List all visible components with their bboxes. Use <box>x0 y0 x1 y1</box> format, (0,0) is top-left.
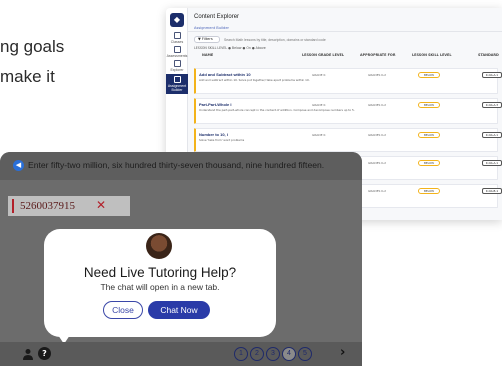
lesson-appropriate: GRADES K-2 <box>368 189 387 193</box>
lesson-description: Add and subtract within 10. Solve put to… <box>199 78 310 82</box>
answer-marker <box>12 199 14 213</box>
rail-item-label: Classes <box>170 40 184 44</box>
filter-icon: ▼ <box>198 37 201 41</box>
rail-item-label: Assignment Builder <box>167 84 187 92</box>
standard-pill[interactable]: K.OA.A.1 <box>482 132 502 138</box>
bottom-toolbar: ? 1 2 3 4 5 › <box>0 342 362 366</box>
tutor-avatar <box>146 233 172 259</box>
filters-label: Filters <box>201 37 213 41</box>
next-page-chevron-icon[interactable]: › <box>340 345 345 360</box>
incorrect-x-icon: ✕ <box>96 198 107 212</box>
dialog-subtitle: The chat will open in a new tab. <box>100 282 220 292</box>
rail-item-assessments[interactable]: Assessments <box>166 46 188 58</box>
live-tutoring-dialog: Need Live Tutoring Help? The chat will o… <box>44 229 276 337</box>
table-row[interactable]: Part-Part-Whole I Understand the part-pa… <box>194 98 502 124</box>
skill-level-pill: BELOW <box>418 102 440 108</box>
background-text-line-2: make it <box>0 67 55 86</box>
breadcrumb[interactable]: Assignment Builder <box>194 26 229 30</box>
close-button[interactable]: Close <box>103 301 143 319</box>
column-header-grade[interactable]: LESSON GRADE LEVEL <box>302 53 344 57</box>
rail-item-classes[interactable]: Classes <box>166 32 188 44</box>
column-header-appropriate[interactable]: APPROPRIATE FOR <box>360 53 395 57</box>
assessments-icon <box>173 46 181 53</box>
filters-button[interactable]: ▼ Filters <box>194 36 220 43</box>
assignment-builder-icon <box>173 76 181 83</box>
lesson-description: Understand the part-part-whole concept i… <box>199 108 355 112</box>
lesson-appropriate: GRADES K-2 <box>368 161 387 165</box>
lesson-grade: GRADE K <box>312 103 326 107</box>
lesson-appropriate: GRADES K-2 <box>368 133 387 137</box>
table-row[interactable]: Add and Subtract within 10 Add and subtr… <box>194 68 502 94</box>
page-title: Content Explorer <box>194 14 240 20</box>
practice-window: ◀ Enter fifty-two million, six hundred t… <box>0 152 362 366</box>
standard-pill[interactable]: K.OA.A.1 <box>482 160 502 166</box>
page-button-1[interactable]: 1 <box>234 347 248 361</box>
skill-level-pill: BELOW <box>418 160 440 166</box>
search-input[interactable] <box>224 36 374 43</box>
prompt-bar: ◀ Enter fifty-two million, six hundred t… <box>0 152 362 180</box>
rail-item-label: Assessments <box>166 54 188 58</box>
lesson-appropriate: GRADES K-2 <box>368 103 387 107</box>
pagination: 1 2 3 4 5 <box>234 347 312 361</box>
lesson-description: Solve 'take from' word problems <box>199 138 245 142</box>
lesson-title[interactable]: Add and Subtract within 10 <box>199 72 251 77</box>
page-button-3[interactable]: 3 <box>266 347 280 361</box>
answer-box[interactable]: 5260037915 ✕ <box>8 196 130 216</box>
answer-value: 5260037915 <box>20 200 75 212</box>
column-header-name[interactable]: NAME <box>202 53 213 57</box>
page-button-4[interactable]: 4 <box>282 347 296 361</box>
lesson-title[interactable]: Number to 10, I <box>199 132 228 137</box>
standard-pill[interactable]: K.OA.B.1 <box>482 188 502 194</box>
column-header-skill[interactable]: LESSON SKILL LEVEL <box>412 53 452 57</box>
lesson-grade: GRADE K <box>312 73 326 77</box>
column-header-standard[interactable]: STANDARD <box>478 53 499 57</box>
table-header: NAME LESSON GRADE LEVEL APPROPRIATE FOR … <box>194 53 502 59</box>
skill-level-legend: LESSON SKILL LEVEL ● Below ● On ● Above <box>194 46 266 50</box>
rail-item-label: Explorer <box>170 68 184 72</box>
skill-level-pill: BELOW <box>418 188 440 194</box>
dialog-title: Need Live Tutoring Help? <box>83 265 237 280</box>
lesson-grade: GRADE K <box>312 133 326 137</box>
app-logo-icon: ◆ <box>170 13 184 27</box>
rail-item-assignment-builder[interactable]: Assignment Builder <box>166 74 188 94</box>
skill-level-pill: BELOW <box>418 132 440 138</box>
help-icon[interactable]: ? <box>38 347 51 360</box>
chat-now-button[interactable]: Chat Now <box>148 301 210 319</box>
table-row[interactable]: Number to 10, I Solve 'take from' word p… <box>194 128 502 152</box>
lesson-title[interactable]: Part-Part-Whole I <box>199 102 231 107</box>
rail-item-explorer[interactable]: Explorer <box>166 60 188 72</box>
standard-pill[interactable]: K.OA.A.3 <box>482 102 502 108</box>
explorer-icon <box>173 60 181 67</box>
page-button-5[interactable]: 5 <box>298 347 312 361</box>
divider <box>188 31 502 32</box>
question-prompt: Enter fifty-two million, six hundred thi… <box>28 160 325 170</box>
standard-pill[interactable]: K.OA.A.1 <box>482 72 502 78</box>
background-text-line-1: ng goals <box>0 37 65 56</box>
page-button-2[interactable]: 2 <box>250 347 264 361</box>
skill-level-pill: BELOW <box>418 72 440 78</box>
classes-icon <box>173 32 181 39</box>
person-icon[interactable] <box>22 348 34 360</box>
lesson-appropriate: GRADES K-2 <box>368 73 387 77</box>
speaker-icon[interactable]: ◀ <box>13 160 24 171</box>
